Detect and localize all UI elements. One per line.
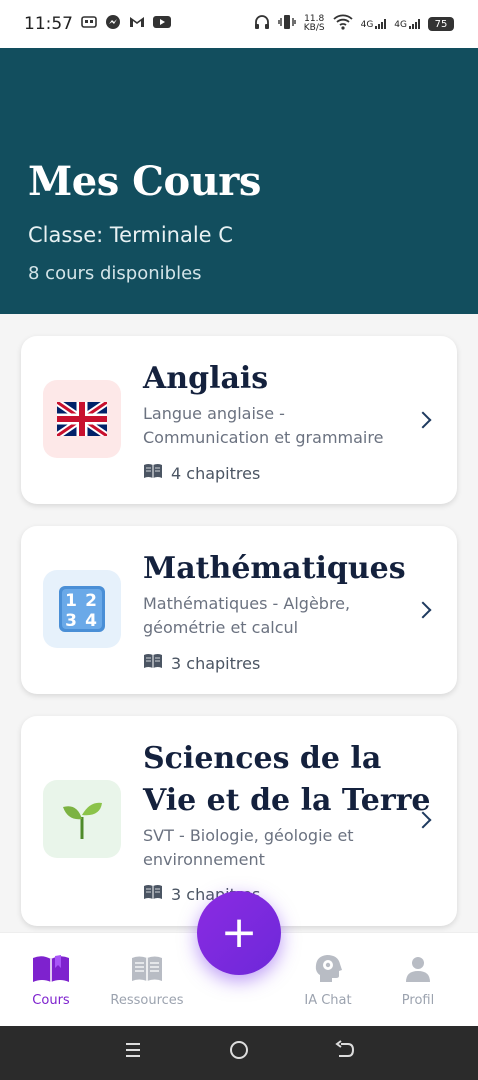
nav-item-cours[interactable]: Cours <box>6 953 96 1008</box>
course-chapters: 3 chapitres <box>143 653 260 673</box>
plus-icon: + <box>220 907 258 958</box>
page-header: Mes Cours Classe: Terminale C 8 cours di… <box>0 48 478 314</box>
headphones-icon <box>254 14 270 35</box>
nav-item-ia-chat[interactable]: IA Chat <box>283 953 373 1008</box>
newspaper-book-icon <box>102 953 192 985</box>
ai-head-gear-icon <box>283 953 373 985</box>
nav-label-profil: Profil <box>401 993 435 1008</box>
messenger-icon <box>105 14 121 35</box>
status-bar: 11:57 11.8 KB/S 4G 4G 75 <box>0 0 478 48</box>
page-title: Mes Cours <box>28 158 261 205</box>
chapters-count: 3 chapitres <box>171 653 261 673</box>
svg-text:1: 1 <box>65 591 77 611</box>
course-description: SVT - Biologie, géologie et environnemen… <box>143 826 354 869</box>
notification-app-icon <box>81 14 97 34</box>
gmail-icon <box>129 14 145 34</box>
add-course-button[interactable]: + <box>197 891 281 975</box>
book-icon <box>143 463 163 483</box>
nav-label-ia-chat: IA Chat <box>304 993 352 1008</box>
nav-label-ressources: Ressources <box>110 993 184 1008</box>
vibrate-icon <box>278 14 296 35</box>
uk-flag-icon <box>43 380 121 458</box>
network-speed-unit: KB/S <box>303 23 325 33</box>
chevron-right-icon <box>414 411 432 429</box>
open-book-icon <box>6 953 96 985</box>
course-card-mathematiques[interactable]: 1 2 3 4 Mathématiques Mathématiques - Al… <box>21 526 457 694</box>
signal-4g-1-label: 4G <box>360 20 374 30</box>
recent-apps-button[interactable] <box>123 1040 143 1066</box>
course-count: 8 cours disponibles <box>28 263 202 284</box>
course-title: Anglais <box>143 361 269 396</box>
system-navigation-bar <box>0 1026 478 1080</box>
seedling-icon <box>43 780 121 858</box>
nav-item-ressources[interactable]: Ressources <box>102 953 192 1008</box>
chapters-count: 4 chapitres <box>171 463 261 483</box>
numbers-1234-icon: 1 2 3 4 <box>43 570 121 648</box>
back-button[interactable] <box>335 1040 355 1066</box>
wifi-icon <box>332 14 353 35</box>
status-time: 11:57 <box>24 14 73 34</box>
course-title: Mathématiques <box>143 551 406 586</box>
battery-icon: 75 <box>428 17 454 31</box>
signal-4g-2-label: 4G <box>394 20 407 30</box>
signal-4g-1: 4G <box>361 18 387 30</box>
book-icon <box>143 884 163 904</box>
svg-text:2: 2 <box>85 591 97 611</box>
svg-text:3: 3 <box>65 611 77 631</box>
course-description: Langue anglaise - Communication et gramm… <box>143 404 384 447</box>
course-title: Sciences de la Vie et de la Terre <box>143 741 431 818</box>
chevron-right-icon <box>414 601 432 619</box>
nav-label-cours: Cours <box>32 993 70 1008</box>
signal-4g-2: 4G <box>394 18 420 30</box>
course-description: Mathématiques - Algèbre, géométrie et ca… <box>143 594 351 637</box>
youtube-icon <box>153 14 171 34</box>
network-speed: 11.8 KB/S <box>304 15 325 33</box>
nav-item-profil[interactable]: Profil <box>373 953 463 1008</box>
book-icon <box>143 653 163 673</box>
class-label: Classe: Terminale C <box>28 223 233 247</box>
person-icon <box>373 953 463 985</box>
course-card-anglais[interactable]: Anglais Langue anglaise - Communication … <box>21 336 457 504</box>
course-chapters: 4 chapitres <box>143 463 260 483</box>
svg-text:4: 4 <box>85 611 97 631</box>
home-button[interactable] <box>229 1040 249 1066</box>
